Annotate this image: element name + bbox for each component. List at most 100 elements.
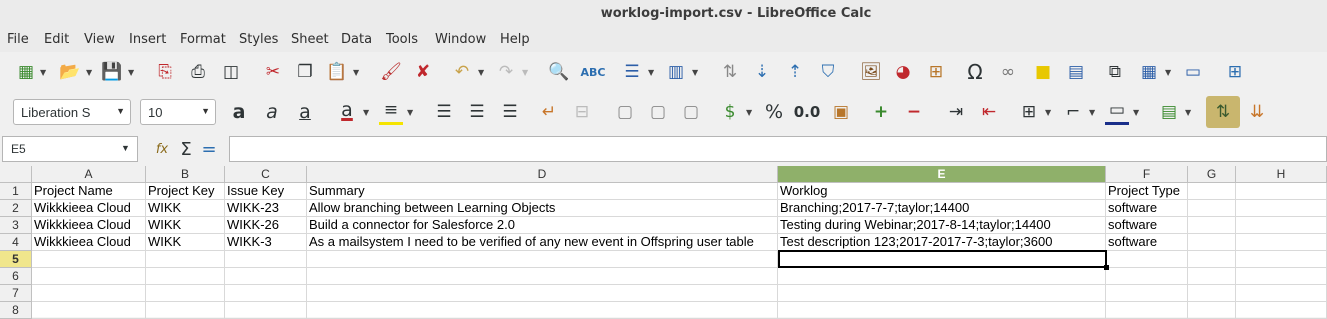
hyperlink-icon[interactable]: ∞	[996, 60, 1020, 84]
cell-d8[interactable]	[307, 302, 778, 319]
row-icon[interactable]: ☰	[620, 60, 644, 84]
cell-f7[interactable]	[1106, 285, 1188, 302]
cell-h8[interactable]	[1236, 302, 1327, 319]
row-header-2[interactable]: 2	[0, 200, 32, 217]
save-icon[interactable]: 💾	[100, 60, 124, 84]
sort-ascending-icon[interactable]: ⇣	[750, 60, 774, 84]
undo-icon[interactable]: ↶	[450, 60, 474, 84]
date-format-icon[interactable]: ▣	[829, 100, 853, 124]
name-box-dropdown-icon[interactable]: ▼	[121, 143, 130, 153]
column-header-a[interactable]: A	[32, 166, 146, 183]
sort-descending-toolbar-icon[interactable]: ⇊	[1245, 100, 1269, 124]
cell-d5[interactable]	[307, 251, 778, 268]
cell-c7[interactable]	[225, 285, 307, 302]
border-style-icon[interactable]: ⌐	[1061, 100, 1085, 124]
menu-format[interactable]: Format	[180, 32, 226, 47]
headers-footers-icon[interactable]: ▤	[1064, 60, 1088, 84]
cell-b2[interactable]: WIKK	[146, 200, 225, 217]
cell-b5[interactable]	[146, 251, 225, 268]
column-header-g[interactable]: G	[1188, 166, 1236, 183]
cell-g8[interactable]	[1188, 302, 1236, 319]
redo-dropdown-icon[interactable]: ▼	[522, 68, 528, 77]
new-spreadsheet-icon[interactable]: ▦	[14, 60, 38, 84]
cell-d7[interactable]	[307, 285, 778, 302]
cell-c2[interactable]: WIKK-23	[225, 200, 307, 217]
currency-dropdown-icon[interactable]: ▼	[746, 108, 752, 117]
spreadsheet-grid[interactable]: ABCDEFGH 1 Project Name Project Key Issue K…	[0, 166, 1327, 319]
underline-icon[interactable]: a	[293, 100, 317, 124]
cell-d6[interactable]	[307, 268, 778, 285]
column-icon[interactable]: ▥	[664, 60, 688, 84]
print-icon[interactable]: ⎙	[186, 60, 210, 84]
number-format-icon[interactable]: 0.0	[794, 100, 821, 124]
center-vertically-icon[interactable]: ▢	[646, 100, 670, 124]
freeze-rows-columns-icon[interactable]: ▦	[1137, 60, 1161, 84]
cell-g6[interactable]	[1188, 268, 1236, 285]
copy-icon[interactable]: ❐	[293, 60, 317, 84]
formula-input[interactable]	[229, 136, 1327, 162]
special-character-icon[interactable]: Ω	[963, 60, 987, 84]
cell-e1[interactable]: Worklog	[778, 183, 1106, 200]
border-style-dropdown-icon[interactable]: ▼	[1089, 108, 1095, 117]
cell-g4[interactable]	[1188, 234, 1236, 251]
cell-b7[interactable]	[146, 285, 225, 302]
cell-a2[interactable]: Wikkkieea Cloud	[32, 200, 146, 217]
menu-data[interactable]: Data	[341, 32, 372, 47]
sort-icon[interactable]: ⇅	[718, 60, 742, 84]
row-header-1[interactable]: 1	[0, 183, 32, 200]
open-dropdown-icon[interactable]: ▼	[86, 68, 92, 77]
font-color-dropdown-icon[interactable]: ▼	[363, 108, 369, 117]
sum-icon[interactable]: Σ	[174, 137, 198, 161]
menu-sheet[interactable]: Sheet	[291, 32, 329, 47]
cell-g5[interactable]	[1188, 251, 1236, 268]
conditional-dropdown-icon[interactable]: ▼	[1185, 108, 1191, 117]
cell-a6[interactable]	[32, 268, 146, 285]
cell-a5[interactable]	[32, 251, 146, 268]
row-header-6[interactable]: 6	[0, 268, 32, 285]
row-header-8[interactable]: 8	[0, 302, 32, 319]
cell-b8[interactable]	[146, 302, 225, 319]
cell-c5[interactable]	[225, 251, 307, 268]
pivot-table-icon[interactable]: ⊞	[924, 60, 948, 84]
sort-descending-icon[interactable]: ⇡	[783, 60, 807, 84]
cell-g7[interactable]	[1188, 285, 1236, 302]
column-header-h[interactable]: H	[1236, 166, 1327, 183]
menu-styles[interactable]: Styles	[239, 32, 278, 47]
border-color-icon[interactable]: ▭	[1105, 98, 1129, 125]
cell-f4[interactable]: software	[1106, 234, 1188, 251]
borders-icon[interactable]: ⊞	[1017, 100, 1041, 124]
wrap-text-icon[interactable]: ↵	[537, 100, 561, 124]
border-color-dropdown-icon[interactable]: ▼	[1133, 108, 1139, 117]
open-folder-icon[interactable]: 📂	[58, 60, 82, 84]
cell-e7[interactable]	[778, 285, 1106, 302]
cell-e4[interactable]: Test description 123;2017-2017-7-3;taylo…	[778, 234, 1106, 251]
cell-a8[interactable]	[32, 302, 146, 319]
cell-e8[interactable]	[778, 302, 1106, 319]
cell-g3[interactable]	[1188, 217, 1236, 234]
cell-c6[interactable]	[225, 268, 307, 285]
cell-d4[interactable]: As a mailsystem I need to be verified of…	[307, 234, 778, 251]
cell-c3[interactable]: WIKK-26	[225, 217, 307, 234]
column-header-f[interactable]: F	[1106, 166, 1188, 183]
font-size-dropdown-icon[interactable]: ▼	[201, 106, 210, 116]
menu-window[interactable]: Window	[435, 32, 486, 47]
cell-c1[interactable]: Issue Key	[225, 183, 307, 200]
menu-tools[interactable]: Tools	[386, 32, 418, 47]
export-pdf-icon[interactable]: ⎘	[153, 60, 177, 84]
align-center-icon[interactable]: ☰	[465, 100, 489, 124]
font-size-combo[interactable]: 10 ▼	[140, 99, 216, 125]
conditional-formatting-icon[interactable]: ▤	[1157, 100, 1181, 124]
bold-icon[interactable]: a	[227, 100, 251, 124]
cell-e2[interactable]: Branching;2017-7-7;taylor;14400	[778, 200, 1106, 217]
name-box[interactable]: E5 ▼	[2, 136, 138, 162]
column-header-d[interactable]: D	[307, 166, 778, 183]
cell-f3[interactable]: software	[1106, 217, 1188, 234]
cell-d3[interactable]: Build a connector for Salesforce 2.0	[307, 217, 778, 234]
paste-icon[interactable]: 📋	[325, 60, 349, 84]
cell-a1[interactable]: Project Name	[32, 183, 146, 200]
freeze-dropdown-icon[interactable]: ▼	[1165, 68, 1171, 77]
cell-f2[interactable]: software	[1106, 200, 1188, 217]
cell-h6[interactable]	[1236, 268, 1327, 285]
align-bottom-icon[interactable]: ▢	[679, 100, 703, 124]
cell-f8[interactable]	[1106, 302, 1188, 319]
